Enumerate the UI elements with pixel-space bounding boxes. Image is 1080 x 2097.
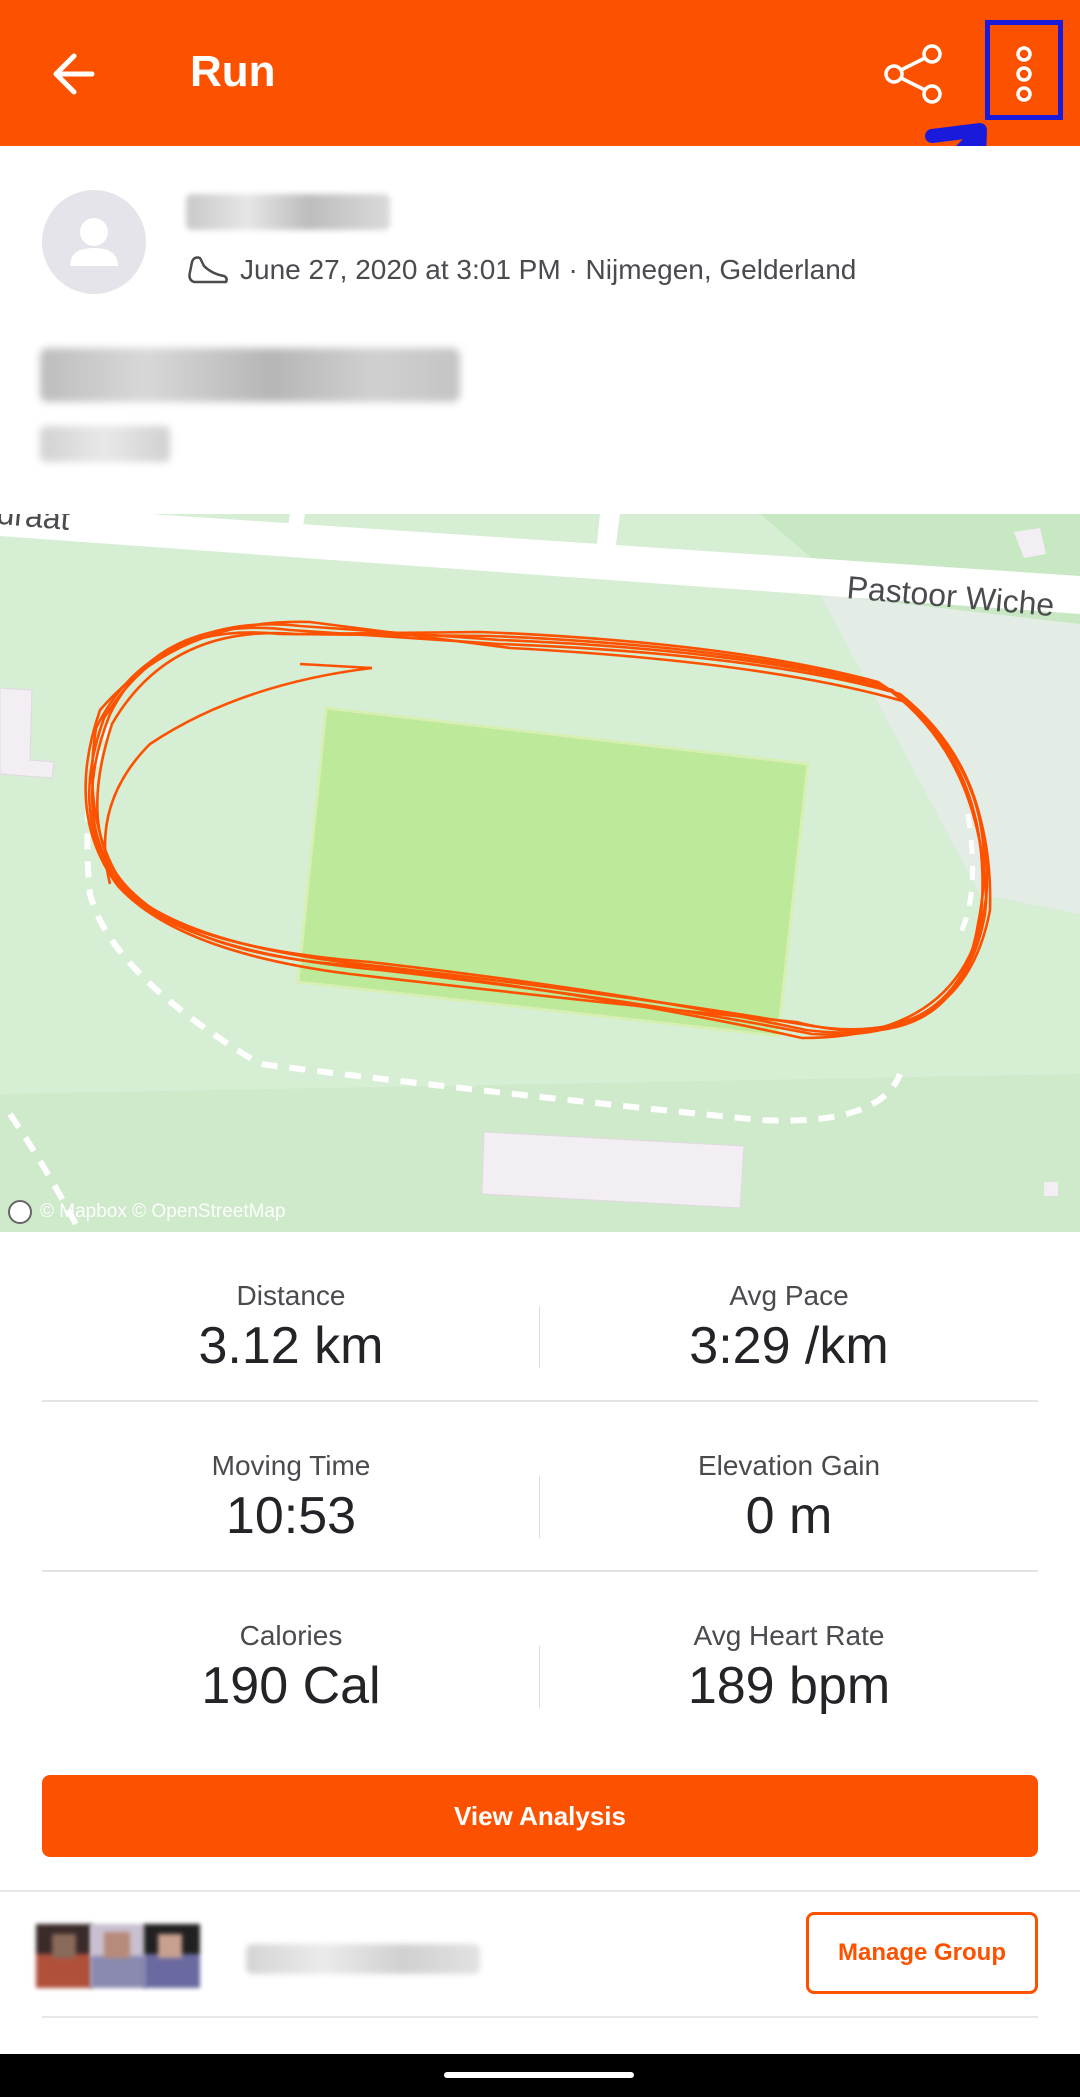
page-title: Run — [190, 47, 276, 96]
mapbox-logo-icon — [8, 1200, 32, 1224]
group-athletes-redacted[interactable] — [246, 1944, 480, 1974]
group-activity-row[interactable]: Manage Group — [0, 1892, 1080, 2016]
manage-group-button[interactable]: Manage Group — [806, 1912, 1038, 1994]
activity-description-redacted — [40, 426, 170, 462]
stat-value: 0 m — [745, 1487, 833, 1545]
stat-label: Avg Heart Rate — [693, 1620, 885, 1651]
activity-title-redacted — [40, 348, 460, 402]
highlight-annotation — [985, 20, 1063, 120]
arrow-left-icon[interactable] — [46, 46, 102, 102]
stat-value: 3.12 km — [198, 1317, 384, 1375]
activity-header: June 27, 2020 at 3:01 PM · Nijmegen, Gel… — [0, 146, 1080, 514]
stat-value: 190 Cal — [201, 1657, 381, 1715]
avatar — [144, 1924, 200, 1988]
stats-row-1: Distance 3.12 km Avg Pace 3:29 /km — [42, 1232, 1038, 1402]
date-location: June 27, 2020 at 3:01 PM · Nijmegen, Gel… — [240, 254, 857, 285]
stat-value: 10:53 — [225, 1487, 357, 1545]
stats-row-2: Moving Time 10:53 Elevation Gain 0 m — [42, 1402, 1038, 1572]
stats-row-3: Calories 190 Cal Avg Heart Rate 189 bpm — [42, 1572, 1038, 1742]
avatar — [36, 1924, 92, 1988]
home-gesture-handle[interactable] — [444, 2072, 634, 2078]
stat-label: Moving Time — [211, 1450, 371, 1481]
divider — [42, 2016, 1038, 2018]
stat-value: 189 bpm — [687, 1657, 891, 1715]
avatar — [90, 1924, 146, 1988]
avatar[interactable] — [42, 190, 146, 294]
shoe-icon — [188, 256, 228, 284]
stat-label: Distance — [236, 1280, 346, 1311]
system-nav-bar — [0, 2054, 1080, 2097]
stat-label: Avg Pace — [729, 1280, 849, 1311]
stat-value: 3:29 /km — [689, 1317, 889, 1375]
route-map[interactable]: Pastoor Wiche draat © Mapbox © OpenStree… — [0, 514, 1080, 1232]
athlete-name-redacted[interactable] — [186, 194, 390, 230]
group-avatars[interactable] — [36, 1924, 200, 1988]
attribution-text: © Mapbox © OpenStreetMap — [40, 1201, 286, 1222]
stat-label: Elevation Gain — [697, 1450, 881, 1481]
map-attribution: © Mapbox © OpenStreetMap — [8, 1200, 286, 1224]
map-graphic: Pastoor Wiche draat — [0, 514, 1080, 1232]
share-icon[interactable] — [880, 40, 948, 108]
person-icon — [70, 218, 118, 266]
activity-meta: June 27, 2020 at 3:01 PM · Nijmegen, Gel… — [186, 252, 856, 288]
stat-label: Calories — [239, 1620, 343, 1651]
view-analysis-button[interactable]: View Analysis — [42, 1775, 1038, 1857]
